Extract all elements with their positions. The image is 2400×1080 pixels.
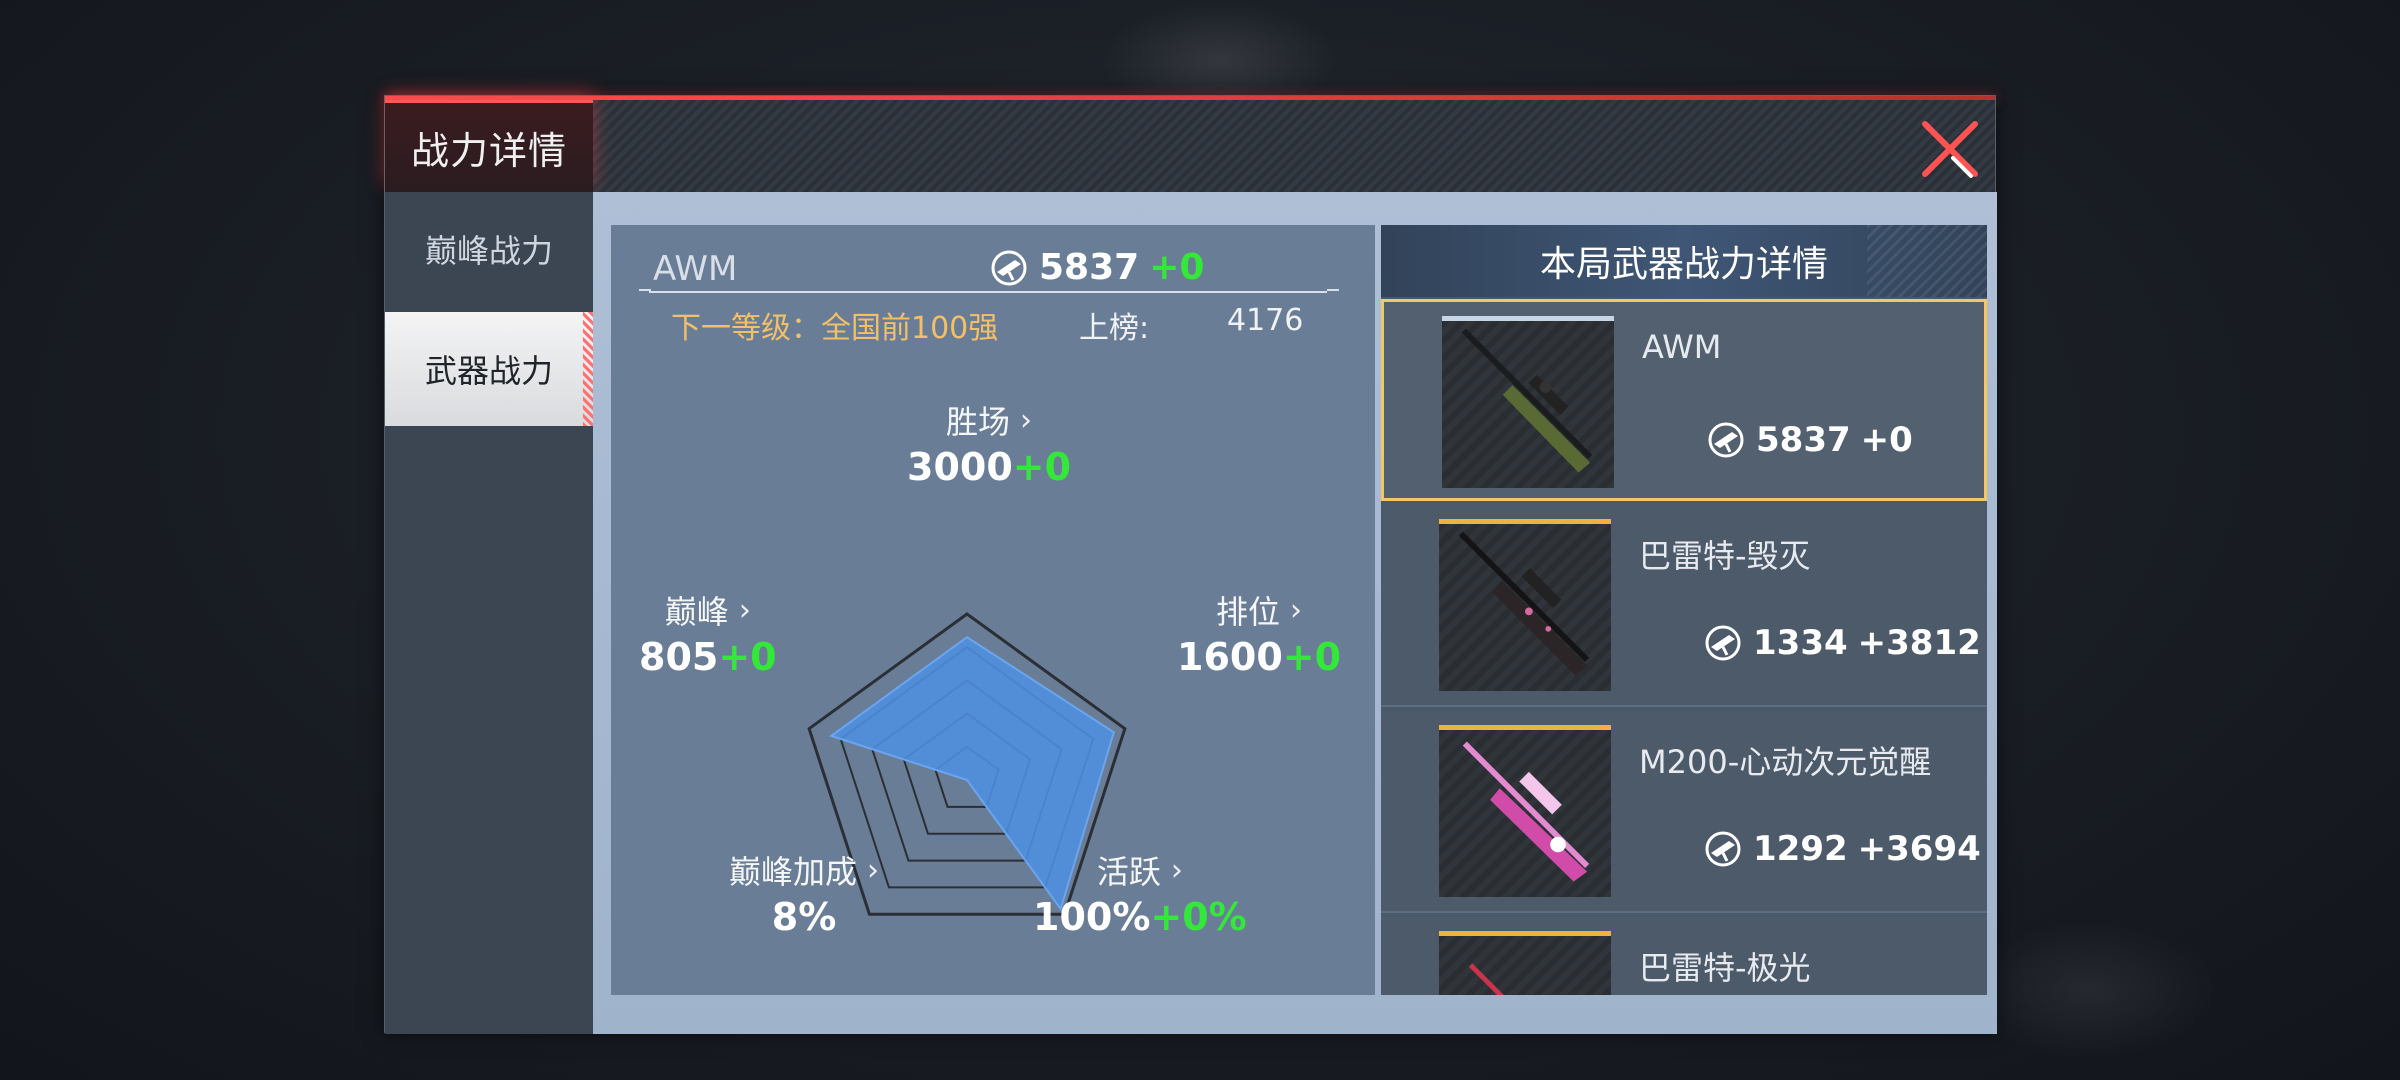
main-area: AWM 5837+0 下一等级：全国前100强 上榜: 4176 胜场› 3 — [593, 192, 1997, 1034]
weapon-row-power-delta: +3694 — [1857, 829, 1981, 869]
stat-label: 活跃 — [1096, 853, 1161, 891]
weapon-row-power-delta: +3812 — [1857, 623, 1981, 663]
stat-active[interactable]: 活跃 › 100%+0% — [1033, 847, 1247, 940]
weapon-row-name: AWM — [1642, 328, 1722, 366]
power-details-dialog: 战力详情 巅峰战力 武器战力 AWM 5837 +0 下一等级：全国前100强 … — [384, 95, 1997, 1034]
background-glow — [1960, 920, 2220, 1060]
sidebar-item-label: 巅峰战力 — [424, 232, 553, 270]
weapon-thumbnail — [1439, 931, 1611, 995]
stat-label: 胜场 — [946, 403, 1011, 441]
stat-value: 8% — [771, 895, 837, 939]
weapon-row-power-value: 1334 — [1753, 623, 1848, 663]
sniper-rifle-icon — [1458, 531, 1590, 676]
weapon-stats-panel: AWM 5837+0 下一等级：全国前100强 上榜: 4176 胜场› 3 — [611, 225, 1375, 995]
weapon-list-title: 本局武器战力详情 — [1381, 225, 1987, 297]
stat-peak-bonus[interactable]: 巅峰加成 › 8% — [729, 847, 880, 940]
sidebar-item-peak-power[interactable]: 巅峰战力 — [385, 192, 593, 306]
weapon-row-name: 巴雷特-极光 — [1639, 949, 1811, 987]
sidebar-item-weapon-power[interactable]: 武器战力 — [385, 312, 593, 426]
power-gun-icon — [1708, 422, 1744, 458]
chevron-right-icon: › — [867, 852, 880, 888]
stat-rank[interactable]: 排位 › 1600+0 — [1177, 587, 1342, 680]
chevron-right-icon: › — [738, 592, 751, 628]
stat-value: 805 — [639, 635, 719, 679]
weapon-thumbnail — [1442, 316, 1614, 488]
dialog-title-tab: 战力详情 — [385, 100, 593, 192]
stat-value: 100% — [1033, 895, 1151, 939]
chevron-right-icon: › — [1290, 592, 1303, 628]
weapon-row-barrett-destruction[interactable]: 巴雷特-毁灭 1334 +3812 — [1381, 505, 1987, 707]
weapon-thumbnail — [1439, 519, 1611, 691]
stat-peak[interactable]: 巅峰 › 805+0 — [639, 587, 777, 680]
stat-value: 1600 — [1177, 635, 1283, 679]
stat-delta: +0% — [1150, 895, 1247, 939]
stat-delta: +0 — [1282, 635, 1342, 679]
power-gun-icon — [1705, 831, 1741, 867]
stat-label: 巅峰 — [664, 593, 729, 631]
sniper-rifle-icon — [1462, 741, 1590, 882]
weapon-row-awm[interactable]: AWM 5837 +0 — [1381, 299, 1987, 501]
weapon-row-power-delta: +0 — [1860, 420, 1913, 460]
sniper-rifle-icon — [1461, 328, 1593, 473]
stat-delta: +0 — [1012, 445, 1072, 489]
dialog-title: 战力详情 — [410, 129, 567, 173]
weapon-row-power: 5837 +0 — [1706, 420, 1913, 460]
sniper-rifle-icon — [1468, 963, 1504, 995]
close-x-icon[interactable] — [1919, 118, 1981, 180]
weapon-row-name: M200-心动次元觉醒 — [1639, 743, 1932, 781]
stat-label: 巅峰加成 — [729, 853, 858, 891]
dialog-header — [385, 100, 1995, 192]
weapon-row-m200[interactable]: M200-心动次元觉醒 1292 +3694 — [1381, 711, 1987, 913]
power-gun-icon — [1705, 625, 1741, 661]
weapon-thumbnail — [1439, 725, 1611, 897]
weapon-row-power: 1334 +3812 — [1703, 623, 1981, 663]
stat-value: 3000 — [907, 445, 1013, 489]
weapon-row-barrett-aurora[interactable]: 巴雷特-极光 — [1381, 917, 1987, 995]
sidebar: 巅峰战力 武器战力 — [385, 192, 593, 1034]
chevron-right-icon: › — [1020, 402, 1033, 438]
stat-wins[interactable]: 胜场 › 3000+0 — [907, 397, 1072, 490]
weapon-row-power-value: 1292 — [1753, 829, 1848, 869]
sidebar-item-label: 武器战力 — [424, 352, 553, 390]
stat-label: 排位 — [1216, 593, 1281, 631]
stat-delta: +0 — [718, 635, 777, 679]
weapon-row-power-value: 5837 — [1756, 420, 1851, 460]
weapon-row-power: 1292 +3694 — [1703, 829, 1981, 869]
weapon-row-name: 巴雷特-毁灭 — [1639, 537, 1811, 575]
chevron-right-icon: › — [1170, 852, 1183, 888]
weapon-list-title-text: 本局武器战力详情 — [1539, 244, 1828, 285]
weapon-list-panel: 本局武器战力详情 AWM 5837 +0 巴雷特-毁灭 1334 +3812 M… — [1381, 225, 1987, 995]
